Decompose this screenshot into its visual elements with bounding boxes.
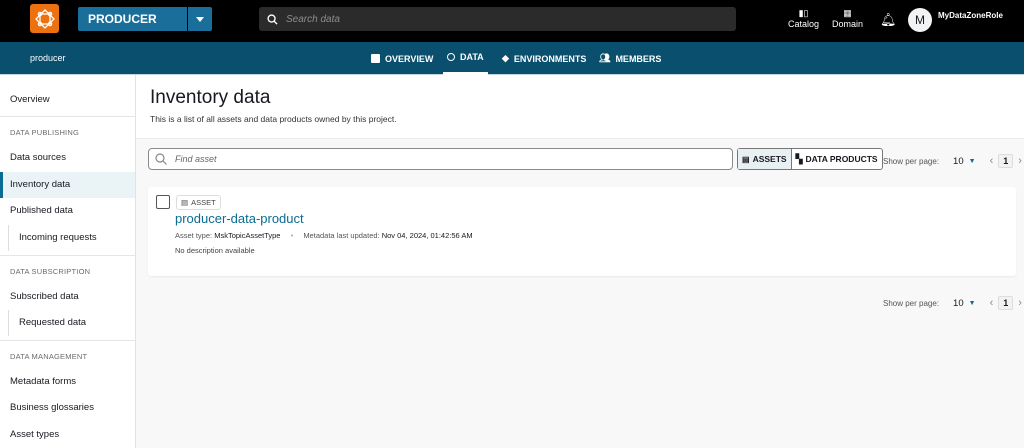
sidebar-item-overview[interactable]: Overview <box>0 87 135 113</box>
table-icon: ▤ <box>181 198 189 207</box>
tab-members[interactable]: 👥︎ MEMBERS <box>595 42 665 75</box>
main-content: Inventory data This is a list of all ass… <box>136 75 1024 448</box>
top-bar: PRODUCER Search data ▮▯ Catalog ▦ Domain… <box>0 0 1024 42</box>
catalog-label: Catalog <box>788 19 820 29</box>
notifications-bell-icon[interactable]: 🔔︎ <box>880 12 897 28</box>
search-placeholder: Search data <box>286 13 340 25</box>
sidebar-item-asset-types[interactable]: Asset types <box>0 422 135 448</box>
page-header: Inventory data This is a list of all ass… <box>136 75 1024 139</box>
asset-description: No description available <box>175 246 255 255</box>
sidebar-item-label: Requested data <box>8 310 135 336</box>
domain-button[interactable]: ▦ Domain <box>832 8 863 29</box>
sidebar-item-data-sources[interactable]: Data sources <box>0 145 135 171</box>
asset-type-label: Asset type: <box>175 231 213 240</box>
asset-metadata: Asset type: MskTopicAssetType • Metadata… <box>175 231 473 240</box>
updated-value: Nov 04, 2024, 01:42:56 AM <box>381 231 473 240</box>
sidebar-item-inventory-data[interactable]: Inventory data <box>0 172 135 198</box>
prev-page-icon[interactable]: ‹ <box>990 297 994 309</box>
sidebar-item-published-data[interactable]: Published data <box>0 198 135 224</box>
circle-icon <box>447 53 455 61</box>
page-description: This is a list of all assets and data pr… <box>150 114 397 124</box>
asset-type-toggle: ▤ ASSETS ▚ DATA PRODUCTS <box>737 148 883 170</box>
page-number[interactable]: 1 <box>998 154 1014 168</box>
tab-overview[interactable]: OVERVIEW <box>367 42 437 75</box>
catalog-button[interactable]: ▮▯ Catalog <box>788 8 819 29</box>
per-page-select[interactable]: 10 <box>953 156 964 167</box>
prev-page-icon[interactable]: ‹ <box>990 155 994 167</box>
search-icon <box>267 13 278 25</box>
asset-type-value: MskTopicAssetType <box>214 231 281 240</box>
search-icon <box>155 153 167 165</box>
updated-label: Metadata last updated: <box>303 231 380 240</box>
asset-checkbox[interactable] <box>156 195 170 209</box>
domain-label: Domain <box>832 19 864 29</box>
asset-card: ▤ ASSET producer-data-product Asset type:… <box>148 187 1016 276</box>
sidebar-item-incoming-requests[interactable]: Incoming requests <box>0 225 135 251</box>
next-page-icon[interactable]: › <box>1018 297 1022 309</box>
tab-label: ENVIRONMENTS <box>513 53 587 64</box>
caret-down-icon[interactable]: ▼ <box>969 300 976 307</box>
sidebar-item-business-glossaries[interactable]: Business glossaries <box>0 395 135 421</box>
per-page-label: Show per page: <box>883 298 940 308</box>
tab-label: DATA <box>460 52 484 62</box>
divider <box>0 116 135 117</box>
table-icon: ▤ <box>742 154 750 164</box>
tab-data[interactable]: DATA <box>443 42 488 75</box>
users-icon: 👥︎ <box>599 53 611 63</box>
pagination-bottom: Show per page: 10 ▼ ‹ 1 › <box>883 296 1022 310</box>
section-header: DATA SUBSCRIPTION <box>10 267 91 276</box>
tab-label: OVERVIEW <box>385 53 434 64</box>
sidebar-item-metadata-forms[interactable]: Metadata forms <box>0 369 135 395</box>
project-nav: producer OVERVIEW DATA ◆ ENVIRONMENTS 👥︎ M… <box>0 42 1024 75</box>
page-number[interactable]: 1 <box>998 296 1014 310</box>
per-page-label: Show per page: <box>883 156 940 166</box>
building-icon: ▦ <box>843 8 852 18</box>
role-name[interactable]: MyDataZoneRole <box>938 11 1003 20</box>
search-data-input[interactable]: Search data <box>259 7 736 31</box>
badge-label: ASSET <box>191 198 216 207</box>
layers-icon: ◆ <box>502 53 509 63</box>
asset-name-link[interactable]: producer-data-product <box>175 211 304 226</box>
sidebar-item-label: Incoming requests <box>8 225 135 251</box>
find-asset-input[interactable]: Find asset <box>148 148 733 170</box>
divider <box>0 340 135 341</box>
asset-badge: ▤ ASSET <box>176 195 221 210</box>
sidebar: Overview DATA PUBLISHING Data sources In… <box>0 75 136 448</box>
page-title: Inventory data <box>150 87 271 108</box>
chart-icon <box>371 54 380 63</box>
book-icon: ▮▯ <box>798 8 809 18</box>
sidebar-item-requested-data[interactable]: Requested data <box>0 310 135 336</box>
avatar[interactable]: M <box>908 8 932 32</box>
per-page-select[interactable]: 10 <box>953 298 964 309</box>
app-logo[interactable] <box>30 4 59 33</box>
grid-icon: ▚ <box>795 153 803 164</box>
toggle-label: DATA PRODUCTS <box>805 154 878 164</box>
next-page-icon[interactable]: › <box>1018 155 1022 167</box>
pagination-top: Show per page: 10 ▼ ‹ 1 › <box>883 154 1022 168</box>
project-selector[interactable]: PRODUCER <box>78 7 187 31</box>
assets-toggle-button[interactable]: ▤ ASSETS <box>738 149 792 169</box>
find-asset-placeholder: Find asset <box>175 154 217 164</box>
sidebar-item-subscribed-data[interactable]: Subscribed data <box>0 284 135 310</box>
section-header: DATA MANAGEMENT <box>10 352 88 361</box>
divider <box>0 255 135 256</box>
caret-down-icon[interactable]: ▼ <box>969 158 976 165</box>
tab-label: MEMBERS <box>615 53 662 64</box>
toggle-label: ASSETS <box>752 154 787 164</box>
data-products-toggle-button[interactable]: ▚ DATA PRODUCTS <box>792 149 882 169</box>
project-name: producer <box>30 53 66 63</box>
section-header: DATA PUBLISHING <box>10 128 79 137</box>
tab-environments[interactable]: ◆ ENVIRONMENTS <box>498 42 590 75</box>
project-dropdown-button[interactable] <box>188 7 212 31</box>
